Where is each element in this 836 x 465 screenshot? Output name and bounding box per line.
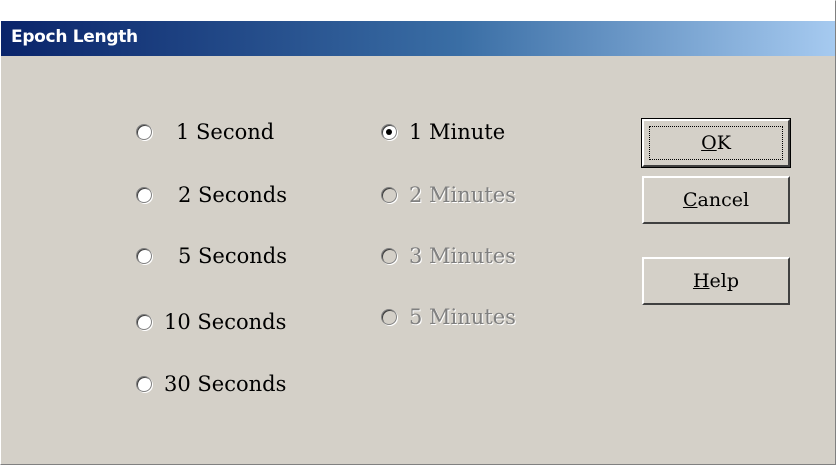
radio-label: 3 Minutes xyxy=(409,244,516,268)
title-bar[interactable]: Epoch Length xyxy=(1,21,835,56)
radio-button-icon xyxy=(381,309,397,325)
radio-button-icon[interactable] xyxy=(136,124,152,140)
radio-button-icon[interactable] xyxy=(136,314,152,330)
radio-label: 30 Seconds xyxy=(164,372,287,396)
radio-button-icon xyxy=(381,248,397,264)
top-strip xyxy=(1,1,835,21)
radio-label: 5 Seconds xyxy=(178,244,287,268)
radio-label: 5 Minutes xyxy=(409,305,516,329)
radio-30-seconds[interactable]: 30 Seconds xyxy=(136,372,286,396)
radio-2-seconds[interactable]: 2 Seconds xyxy=(136,183,287,207)
radio-label: 1 Second xyxy=(176,120,275,144)
radio-1-second[interactable]: 1 Second xyxy=(136,120,274,144)
radio-button-icon xyxy=(381,187,397,203)
epoch-length-dialog: Epoch Length 1 Second 2 Seconds 5 Second… xyxy=(0,0,836,465)
dialog-title: Epoch Length xyxy=(11,27,138,47)
focus-rectangle xyxy=(649,126,783,160)
radio-5-minutes: 5 Minutes xyxy=(381,305,516,329)
radio-label: 1 Minute xyxy=(409,120,506,144)
radio-label: 2 Minutes xyxy=(409,183,516,207)
radio-10-seconds[interactable]: 10 Seconds xyxy=(136,310,286,334)
radio-button-icon[interactable] xyxy=(381,124,397,140)
radio-selected-dot-icon xyxy=(386,129,392,135)
radio-button-icon[interactable] xyxy=(136,187,152,203)
radio-1-minute[interactable]: 1 Minute xyxy=(381,120,505,144)
radio-button-icon[interactable] xyxy=(136,376,152,392)
ok-button[interactable]: OK xyxy=(641,118,791,168)
help-button[interactable]: Help xyxy=(642,257,790,305)
radio-3-minutes: 3 Minutes xyxy=(381,244,516,268)
help-button-label: Help xyxy=(692,270,740,292)
cancel-button-label: Cancel xyxy=(682,189,750,211)
radio-label: 10 Seconds xyxy=(164,310,287,334)
radio-2-minutes: 2 Minutes xyxy=(381,183,516,207)
radio-5-seconds[interactable]: 5 Seconds xyxy=(136,244,287,268)
radio-label: 2 Seconds xyxy=(178,183,287,207)
radio-button-icon[interactable] xyxy=(136,248,152,264)
cancel-button[interactable]: Cancel xyxy=(642,176,790,224)
dialog-client-area: 1 Second 2 Seconds 5 Seconds 10 Seconds … xyxy=(1,56,835,464)
